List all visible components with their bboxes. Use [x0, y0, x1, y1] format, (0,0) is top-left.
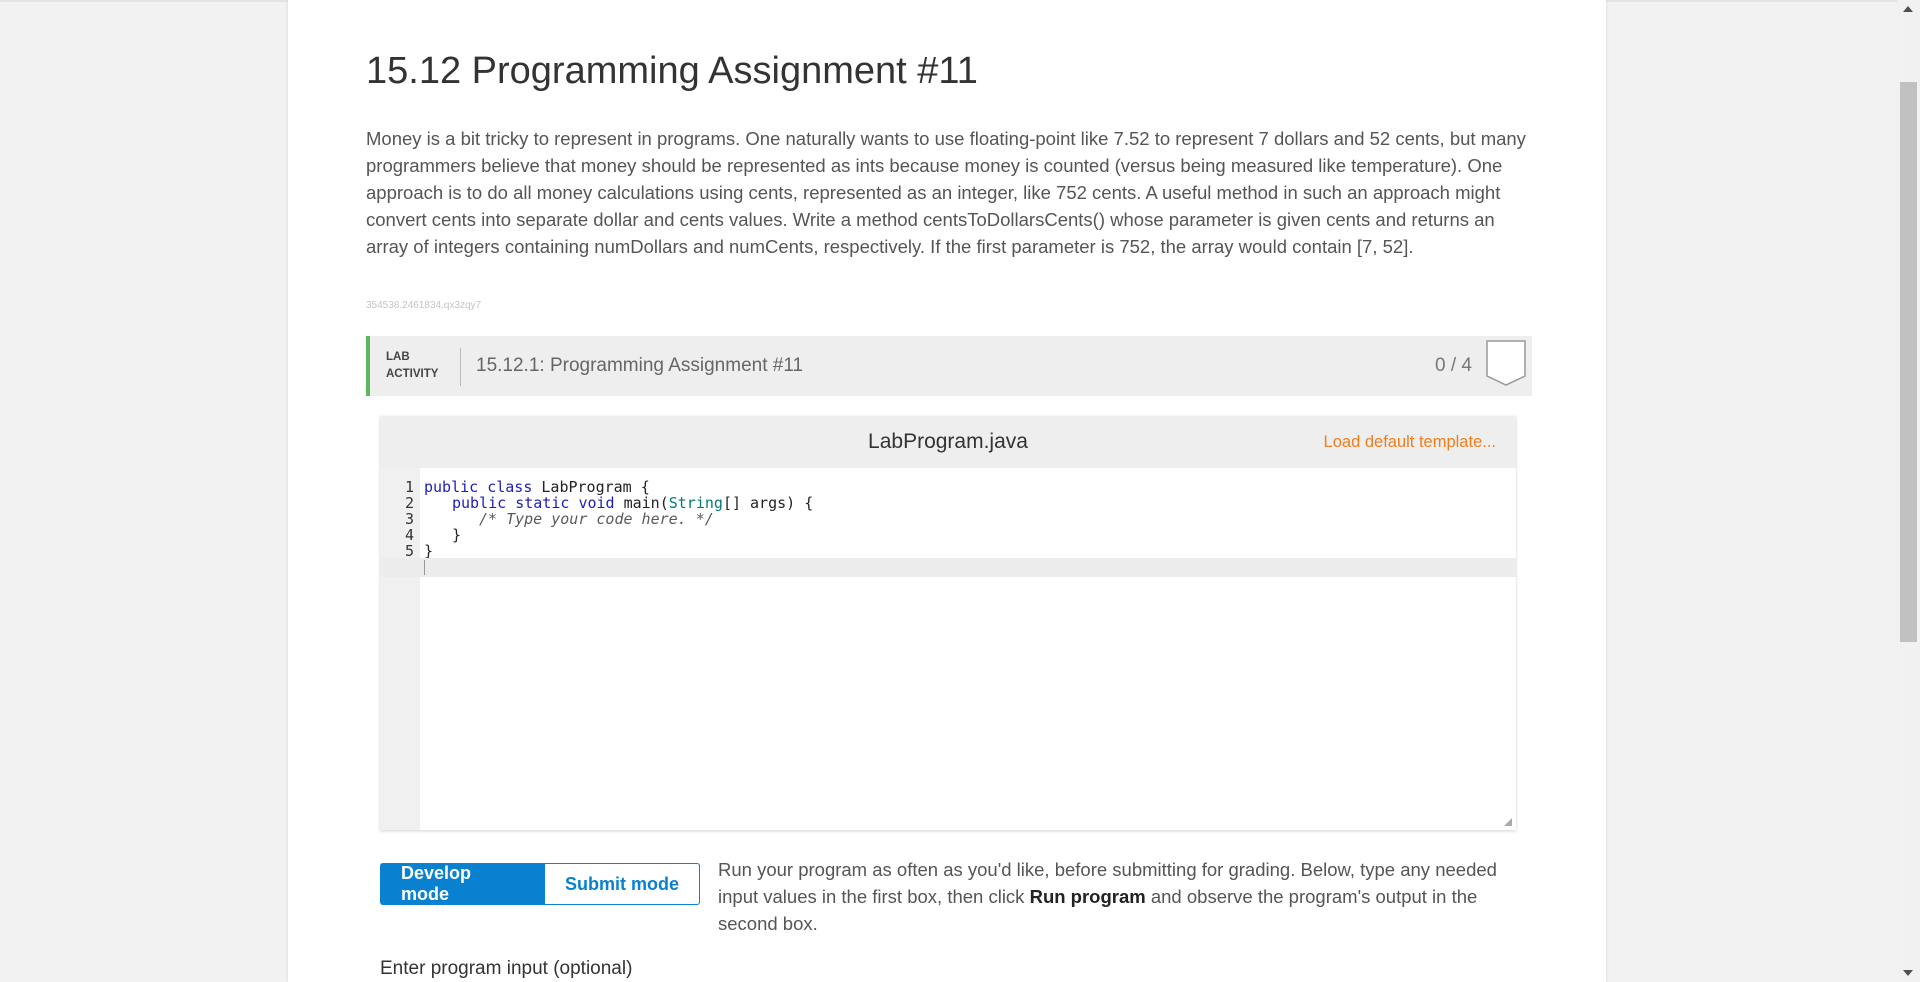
page-scrollbar[interactable]: [1897, 0, 1920, 982]
code-line-3: /* Type your code here. */: [479, 510, 714, 529]
lab-tag-line1: LAB: [386, 351, 410, 363]
assignment-description: Money is a bit tricky to represent in pr…: [366, 128, 1526, 257]
lab-divider: [460, 348, 461, 386]
lab-tag-line2: ACTIVITY: [386, 368, 439, 380]
develop-mode-button[interactable]: Develop mode: [380, 863, 544, 905]
problem-id: 354538.2461834.qx3zqy7: [366, 300, 482, 311]
scroll-up-arrow-icon[interactable]: [1903, 6, 1913, 12]
program-input-label: Enter program input (optional): [380, 958, 633, 979]
code-line-4: }: [452, 526, 462, 544]
text-cursor: [424, 560, 425, 575]
submit-mode-button[interactable]: Submit mode: [544, 863, 700, 905]
lab-title: 15.12.1: Programming Assignment #11: [476, 355, 804, 376]
resize-handle-icon[interactable]: [1504, 818, 1512, 826]
code-comment: /* Type your code here. */: [479, 510, 714, 528]
lab-score: 0 / 4: [1435, 355, 1472, 376]
lab-activity-tag: LAB ACTIVITY: [386, 349, 438, 383]
mode-description: Run your program as often as you'd like,…: [718, 856, 1518, 937]
scroll-thumb[interactable]: [1900, 82, 1917, 642]
mode-toggle-group: Develop mode Submit mode: [380, 863, 700, 905]
line-number-gutter: 1 2 3 4 5 6: [380, 468, 420, 830]
content-page: 15.12 Programming Assignment #11 Money i…: [288, 0, 1606, 982]
page-title: 15.12 Programming Assignment #11: [366, 50, 978, 92]
code-input-area[interactable]: public class LabProgram { public static …: [380, 468, 1516, 830]
shield-badge-icon: [1486, 340, 1526, 386]
editor-toolbar: LabProgram.java Load default template...: [380, 416, 1516, 468]
run-program-emphasis: Run program: [1029, 886, 1146, 907]
lab-activity-header: LAB ACTIVITY 15.12.1: Programming Assign…: [366, 336, 1532, 396]
code-line-6-active: [380, 558, 1516, 577]
code-editor: LabProgram.java Load default template...…: [380, 416, 1516, 830]
load-default-template-link[interactable]: Load default template...: [1324, 433, 1496, 452]
code-text: [] args) {: [722, 494, 814, 512]
scroll-down-arrow-icon[interactable]: [1903, 970, 1913, 976]
